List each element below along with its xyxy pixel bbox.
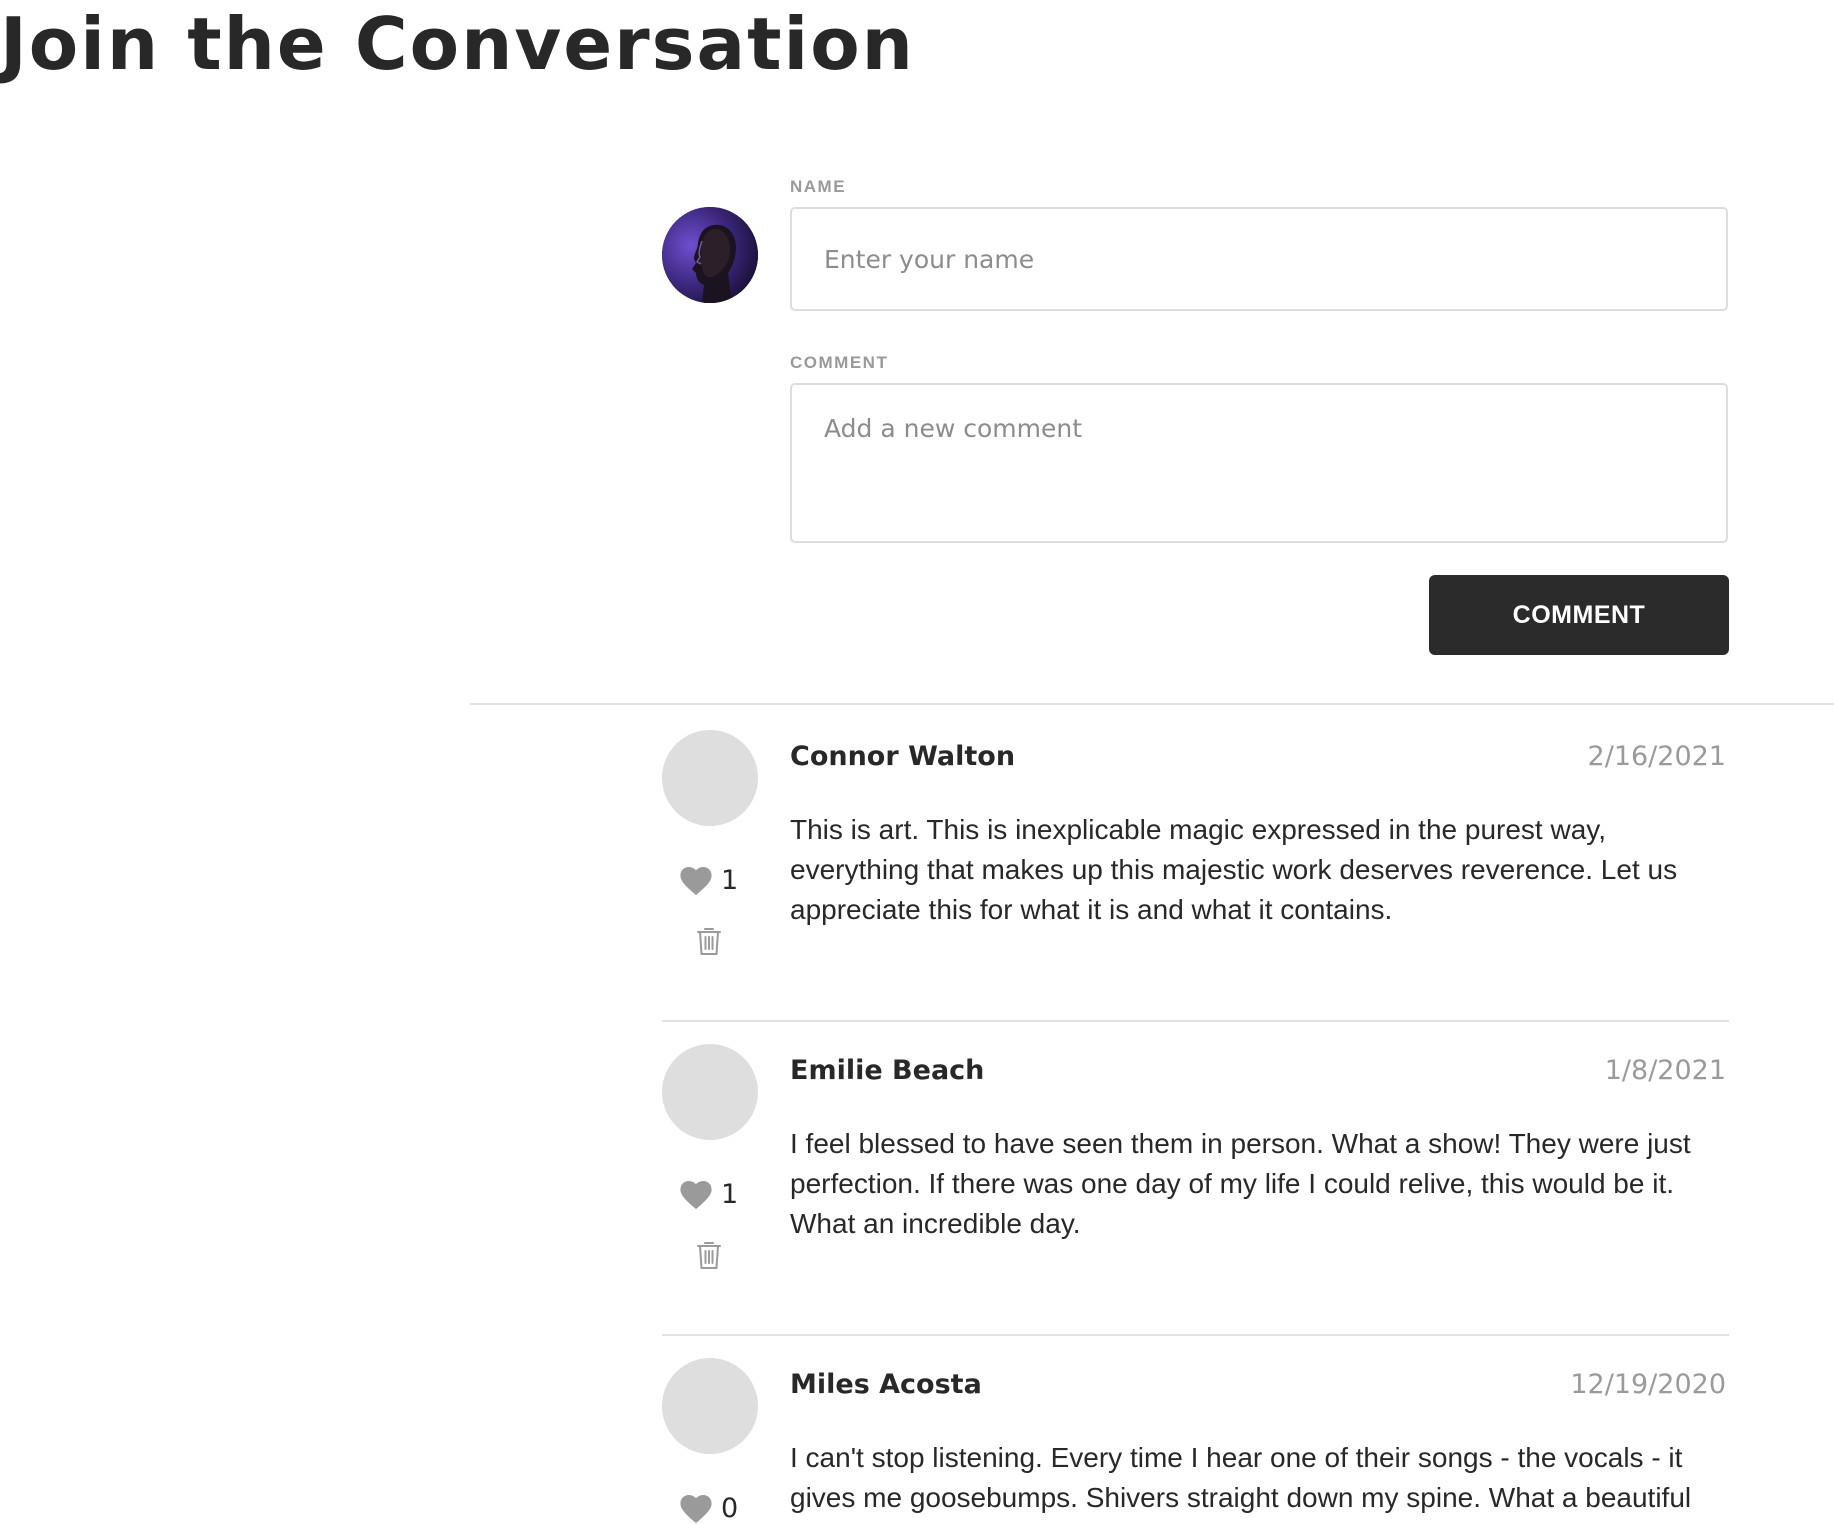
comment-avatar <box>662 1358 758 1454</box>
comment-item: 1 Connor Walton 2/16/2021 This is art. T… <box>662 730 1729 1022</box>
delete-button[interactable] <box>696 926 722 956</box>
comment-textarea[interactable] <box>790 383 1728 543</box>
comment-label: COMMENT <box>790 353 889 372</box>
like-count: 1 <box>721 1179 739 1210</box>
heart-icon <box>680 1494 712 1524</box>
like-count: 0 <box>721 1493 739 1524</box>
comment-text: I can't stop listening. Every time I hea… <box>790 1442 1692 1513</box>
comment-text: This is art. This is inexplicable magic … <box>790 814 1678 925</box>
comment-author: Emilie Beach <box>790 1055 985 1086</box>
user-portrait-icon <box>662 207 758 303</box>
delete-button[interactable] <box>696 1240 722 1270</box>
trash-icon <box>697 1242 721 1269</box>
comment-date: 12/19/2020 <box>1570 1369 1726 1400</box>
comment-divider <box>662 1334 1729 1336</box>
comment-item: 1 Emilie Beach 1/8/2021 I feel blessed t… <box>662 1044 1729 1336</box>
comment-author: Connor Walton <box>790 741 1016 772</box>
like-button[interactable]: 1 <box>679 1180 738 1210</box>
comment-submit-button[interactable]: COMMENT <box>1429 575 1729 655</box>
comment-avatar <box>662 1044 758 1140</box>
comment-text: I feel blessed to have seen them in pers… <box>790 1128 1691 1239</box>
like-button[interactable]: 1 <box>679 866 738 896</box>
comment-date: 2/16/2021 <box>1587 741 1726 772</box>
comment-divider <box>662 1020 1729 1022</box>
comment-item: 0 Miles Acosta 12/19/2020 I can't stop l… <box>662 1358 1729 1524</box>
page-title: Join the Conversation <box>0 2 915 86</box>
name-label: NAME <box>790 177 847 196</box>
heart-icon <box>680 1180 712 1210</box>
comment-date: 1/8/2021 <box>1604 1055 1726 1086</box>
name-input[interactable] <box>790 207 1728 311</box>
comment-author: Miles Acosta <box>790 1369 982 1400</box>
heart-icon <box>680 866 712 896</box>
current-user-avatar <box>662 207 758 303</box>
comment-avatar <box>662 730 758 826</box>
like-count: 1 <box>721 865 739 896</box>
trash-icon <box>697 928 721 955</box>
section-divider <box>470 703 1834 705</box>
like-button[interactable]: 0 <box>679 1494 738 1524</box>
